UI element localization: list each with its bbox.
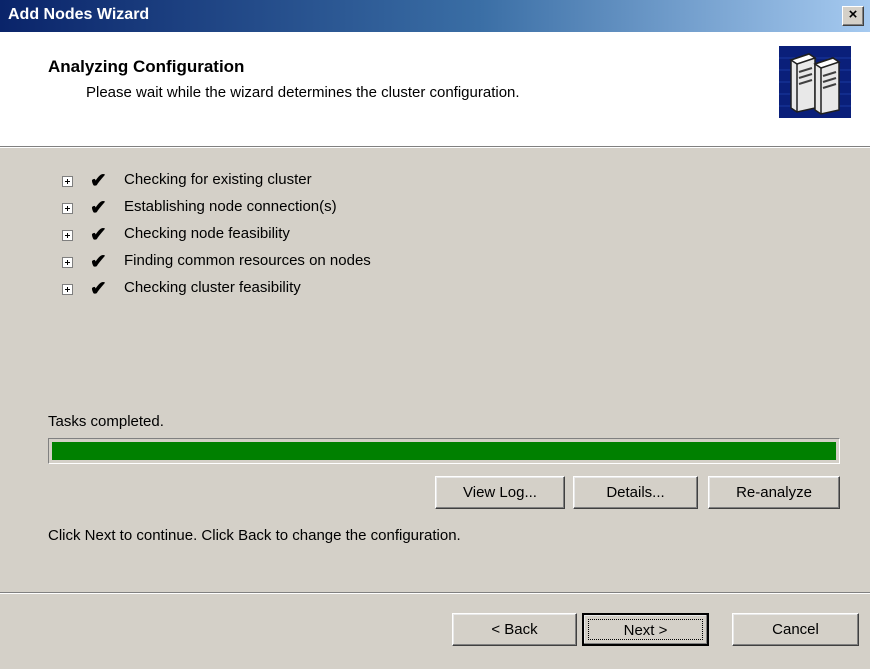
cancel-label: Cancel bbox=[772, 621, 819, 638]
details-button[interactable]: Details... bbox=[573, 476, 698, 509]
details-label: Details... bbox=[606, 484, 665, 501]
checkmark-icon: ✔ bbox=[90, 224, 107, 246]
checkmark-icon: ✔ bbox=[90, 278, 107, 300]
window-title: Add Nodes Wizard bbox=[8, 6, 150, 23]
reanalyze-label: Re-analyze bbox=[736, 484, 812, 501]
header-divider bbox=[0, 147, 870, 148]
expand-plus-icon[interactable] bbox=[62, 230, 73, 241]
back-label: < Back bbox=[491, 621, 538, 638]
checkmark-icon: ✔ bbox=[90, 251, 107, 273]
next-button[interactable]: Next > bbox=[582, 613, 709, 646]
view-log-label: View Log... bbox=[463, 484, 537, 501]
task-label: Checking node feasibility bbox=[124, 225, 290, 242]
checkmark-icon: ✔ bbox=[90, 170, 107, 192]
close-icon: × bbox=[848, 6, 858, 23]
back-button[interactable]: < Back bbox=[452, 613, 577, 646]
cancel-button[interactable]: Cancel bbox=[732, 613, 859, 646]
expand-plus-icon[interactable] bbox=[62, 257, 73, 268]
checkmark-icon: ✔ bbox=[90, 197, 107, 219]
task-label: Establishing node connection(s) bbox=[124, 198, 337, 215]
page-title: Analyzing Configuration bbox=[48, 57, 245, 76]
wizard-window: Add Nodes Wizard × Analyzing Configurati… bbox=[0, 0, 870, 669]
expand-plus-icon[interactable] bbox=[62, 284, 73, 295]
close-button[interactable]: × bbox=[842, 6, 864, 26]
progress-fill bbox=[52, 442, 836, 460]
server-cluster-graphic bbox=[779, 46, 851, 118]
page-subtitle: Please wait while the wizard determines … bbox=[86, 84, 520, 101]
footer-divider-highlight bbox=[0, 593, 870, 594]
task-label: Checking for existing cluster bbox=[124, 171, 312, 188]
next-label: Next > bbox=[623, 622, 668, 639]
server-cluster-icon bbox=[779, 46, 851, 118]
instructions-text: Click Next to continue. Click Back to ch… bbox=[48, 527, 461, 544]
wizard-header: Analyzing Configuration Please wait whil… bbox=[0, 32, 870, 147]
status-text: Tasks completed. bbox=[48, 413, 164, 430]
view-log-button[interactable]: View Log... bbox=[435, 476, 565, 509]
expand-plus-icon[interactable] bbox=[62, 176, 73, 187]
expand-plus-icon[interactable] bbox=[62, 203, 73, 214]
task-label: Finding common resources on nodes bbox=[124, 252, 371, 269]
task-label: Checking cluster feasibility bbox=[124, 279, 301, 296]
title-bar[interactable]: Add Nodes Wizard × bbox=[0, 0, 870, 32]
progress-bar bbox=[48, 438, 840, 464]
reanalyze-button[interactable]: Re-analyze bbox=[708, 476, 840, 509]
